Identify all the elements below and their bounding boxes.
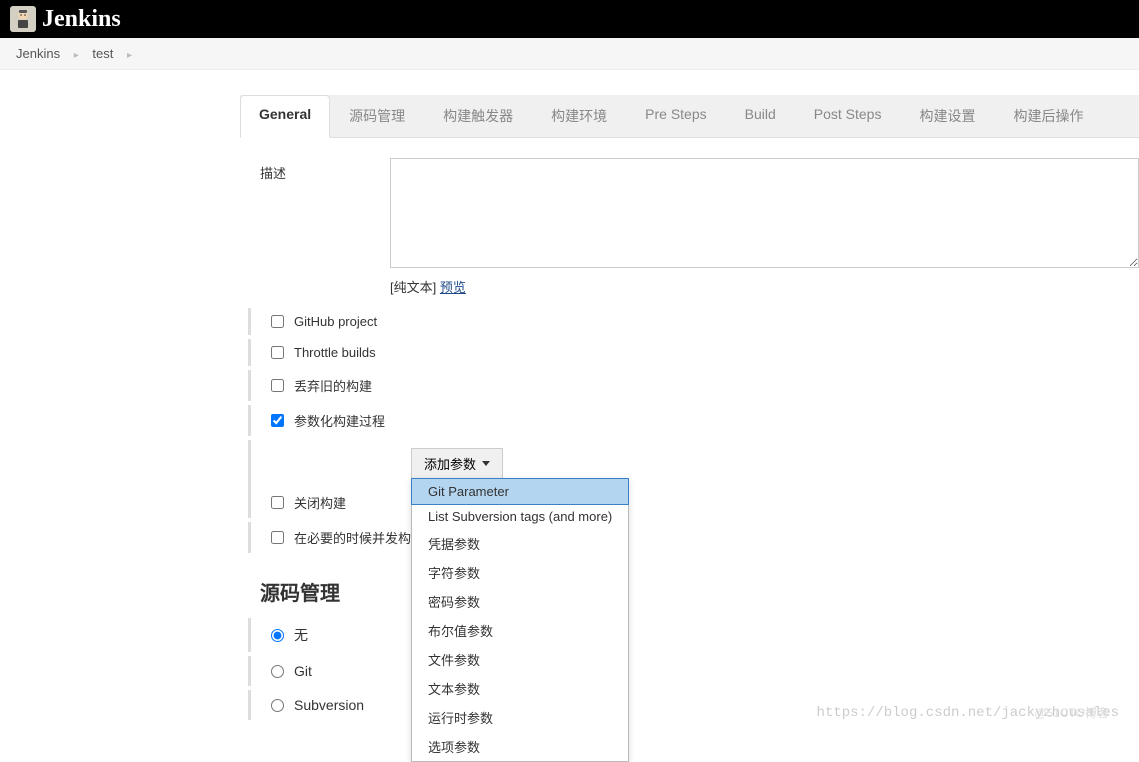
concurrent-build-checkbox[interactable] [271, 531, 284, 544]
jenkins-icon [10, 6, 36, 32]
tab-build[interactable]: Build [726, 95, 795, 137]
description-row: 描述 [纯文本] 预览 [240, 158, 1139, 296]
dropdown-item-text[interactable]: 文本参数 [412, 674, 628, 703]
caret-down-icon [482, 461, 490, 466]
dropdown-item-credential[interactable]: 凭据参数 [412, 529, 628, 558]
dropdown-item-svn-tags[interactable]: List Subversion tags (and more) [412, 504, 628, 529]
breadcrumb-jenkins[interactable]: Jenkins [16, 46, 60, 61]
tab-triggers[interactable]: 构建触发器 [424, 95, 532, 137]
dropdown-item-file[interactable]: 文件参数 [412, 645, 628, 674]
throttle-builds-row: Throttle builds [248, 339, 1139, 366]
header-title: Jenkins [42, 6, 121, 33]
header: Jenkins [0, 0, 1139, 38]
header-logo[interactable]: Jenkins [10, 6, 121, 33]
breadcrumb: Jenkins ▸ test ▸ [0, 38, 1139, 70]
close-build-label[interactable]: 关闭构建 [294, 493, 346, 512]
dropdown-item-password[interactable]: 密码参数 [412, 587, 628, 616]
dropdown-item-runtime[interactable]: 运行时参数 [412, 703, 628, 732]
close-build-row: 关闭构建 [248, 487, 1139, 518]
scm-none-label[interactable]: 无 [294, 625, 308, 645]
discard-old-row: 丢弃旧的构建 [248, 370, 1139, 401]
tab-general[interactable]: General [240, 95, 330, 138]
scm-git-radio[interactable] [271, 665, 284, 678]
content: General 源码管理 构建触发器 构建环境 Pre Steps Build … [0, 95, 1139, 720]
description-textarea[interactable] [390, 158, 1139, 268]
github-project-checkbox[interactable] [271, 315, 284, 328]
parameterized-checkbox[interactable] [271, 414, 284, 427]
chevron-right-icon: ▸ [127, 50, 132, 61]
add-param-dropdown: Git Parameter List Subversion tags (and … [411, 478, 629, 762]
discard-old-label[interactable]: 丢弃旧的构建 [294, 376, 372, 395]
tab-scm[interactable]: 源码管理 [330, 95, 424, 137]
scm-none-radio[interactable] [271, 629, 284, 642]
preview-link[interactable]: 预览 [440, 280, 466, 295]
tab-build-settings[interactable]: 构建设置 [900, 95, 994, 137]
tabs: General 源码管理 构建触发器 构建环境 Pre Steps Build … [240, 95, 1139, 138]
github-project-row: GitHub project [248, 308, 1139, 335]
dropdown-item-git-parameter[interactable]: Git Parameter [411, 478, 629, 505]
tab-post-build[interactable]: 构建后操作 [994, 95, 1102, 137]
concurrent-build-label[interactable]: 在必要的时候并发构建 [294, 528, 424, 547]
tab-post-steps[interactable]: Post Steps [795, 95, 901, 137]
scm-subversion-label[interactable]: Subversion [294, 697, 364, 713]
throttle-builds-checkbox[interactable] [271, 346, 284, 359]
breadcrumb-test[interactable]: test [92, 46, 113, 61]
discard-old-checkbox[interactable] [271, 379, 284, 392]
add-param-button[interactable]: 添加参数 [411, 448, 503, 479]
dropdown-item-choice[interactable]: 选项参数 [412, 732, 628, 761]
parameterized-row: 参数化构建过程 [248, 405, 1139, 436]
add-param-label: 添加参数 [424, 454, 476, 473]
scm-git-label[interactable]: Git [294, 663, 312, 679]
throttle-builds-label[interactable]: Throttle builds [294, 345, 376, 360]
close-build-checkbox[interactable] [271, 496, 284, 509]
scm-section-title: 源码管理 [240, 557, 1139, 618]
plain-text-label: [纯文本] [390, 280, 436, 295]
concurrent-build-row: 在必要的时候并发构建 [248, 522, 1139, 553]
scm-git-row: Git [248, 656, 1139, 686]
add-param-row: 添加参数 Git Parameter List Subversion tags … [248, 440, 1139, 487]
description-meta: [纯文本] 预览 [390, 277, 1139, 296]
tab-environment[interactable]: 构建环境 [532, 95, 626, 137]
description-label: 描述 [260, 158, 390, 182]
parameterized-label[interactable]: 参数化构建过程 [294, 411, 385, 430]
secondary-watermark: @51CTO博客 [1034, 704, 1109, 721]
tab-pre-steps[interactable]: Pre Steps [626, 95, 725, 137]
github-project-label[interactable]: GitHub project [294, 314, 377, 329]
form-area: 描述 [纯文本] 预览 GitHub project Throttle buil… [240, 138, 1139, 720]
dropdown-item-string[interactable]: 字符参数 [412, 558, 628, 587]
dropdown-item-boolean[interactable]: 布尔值参数 [412, 616, 628, 645]
scm-subversion-radio[interactable] [271, 699, 284, 712]
scm-none-row: 无 [248, 618, 1139, 652]
chevron-right-icon: ▸ [74, 50, 79, 61]
